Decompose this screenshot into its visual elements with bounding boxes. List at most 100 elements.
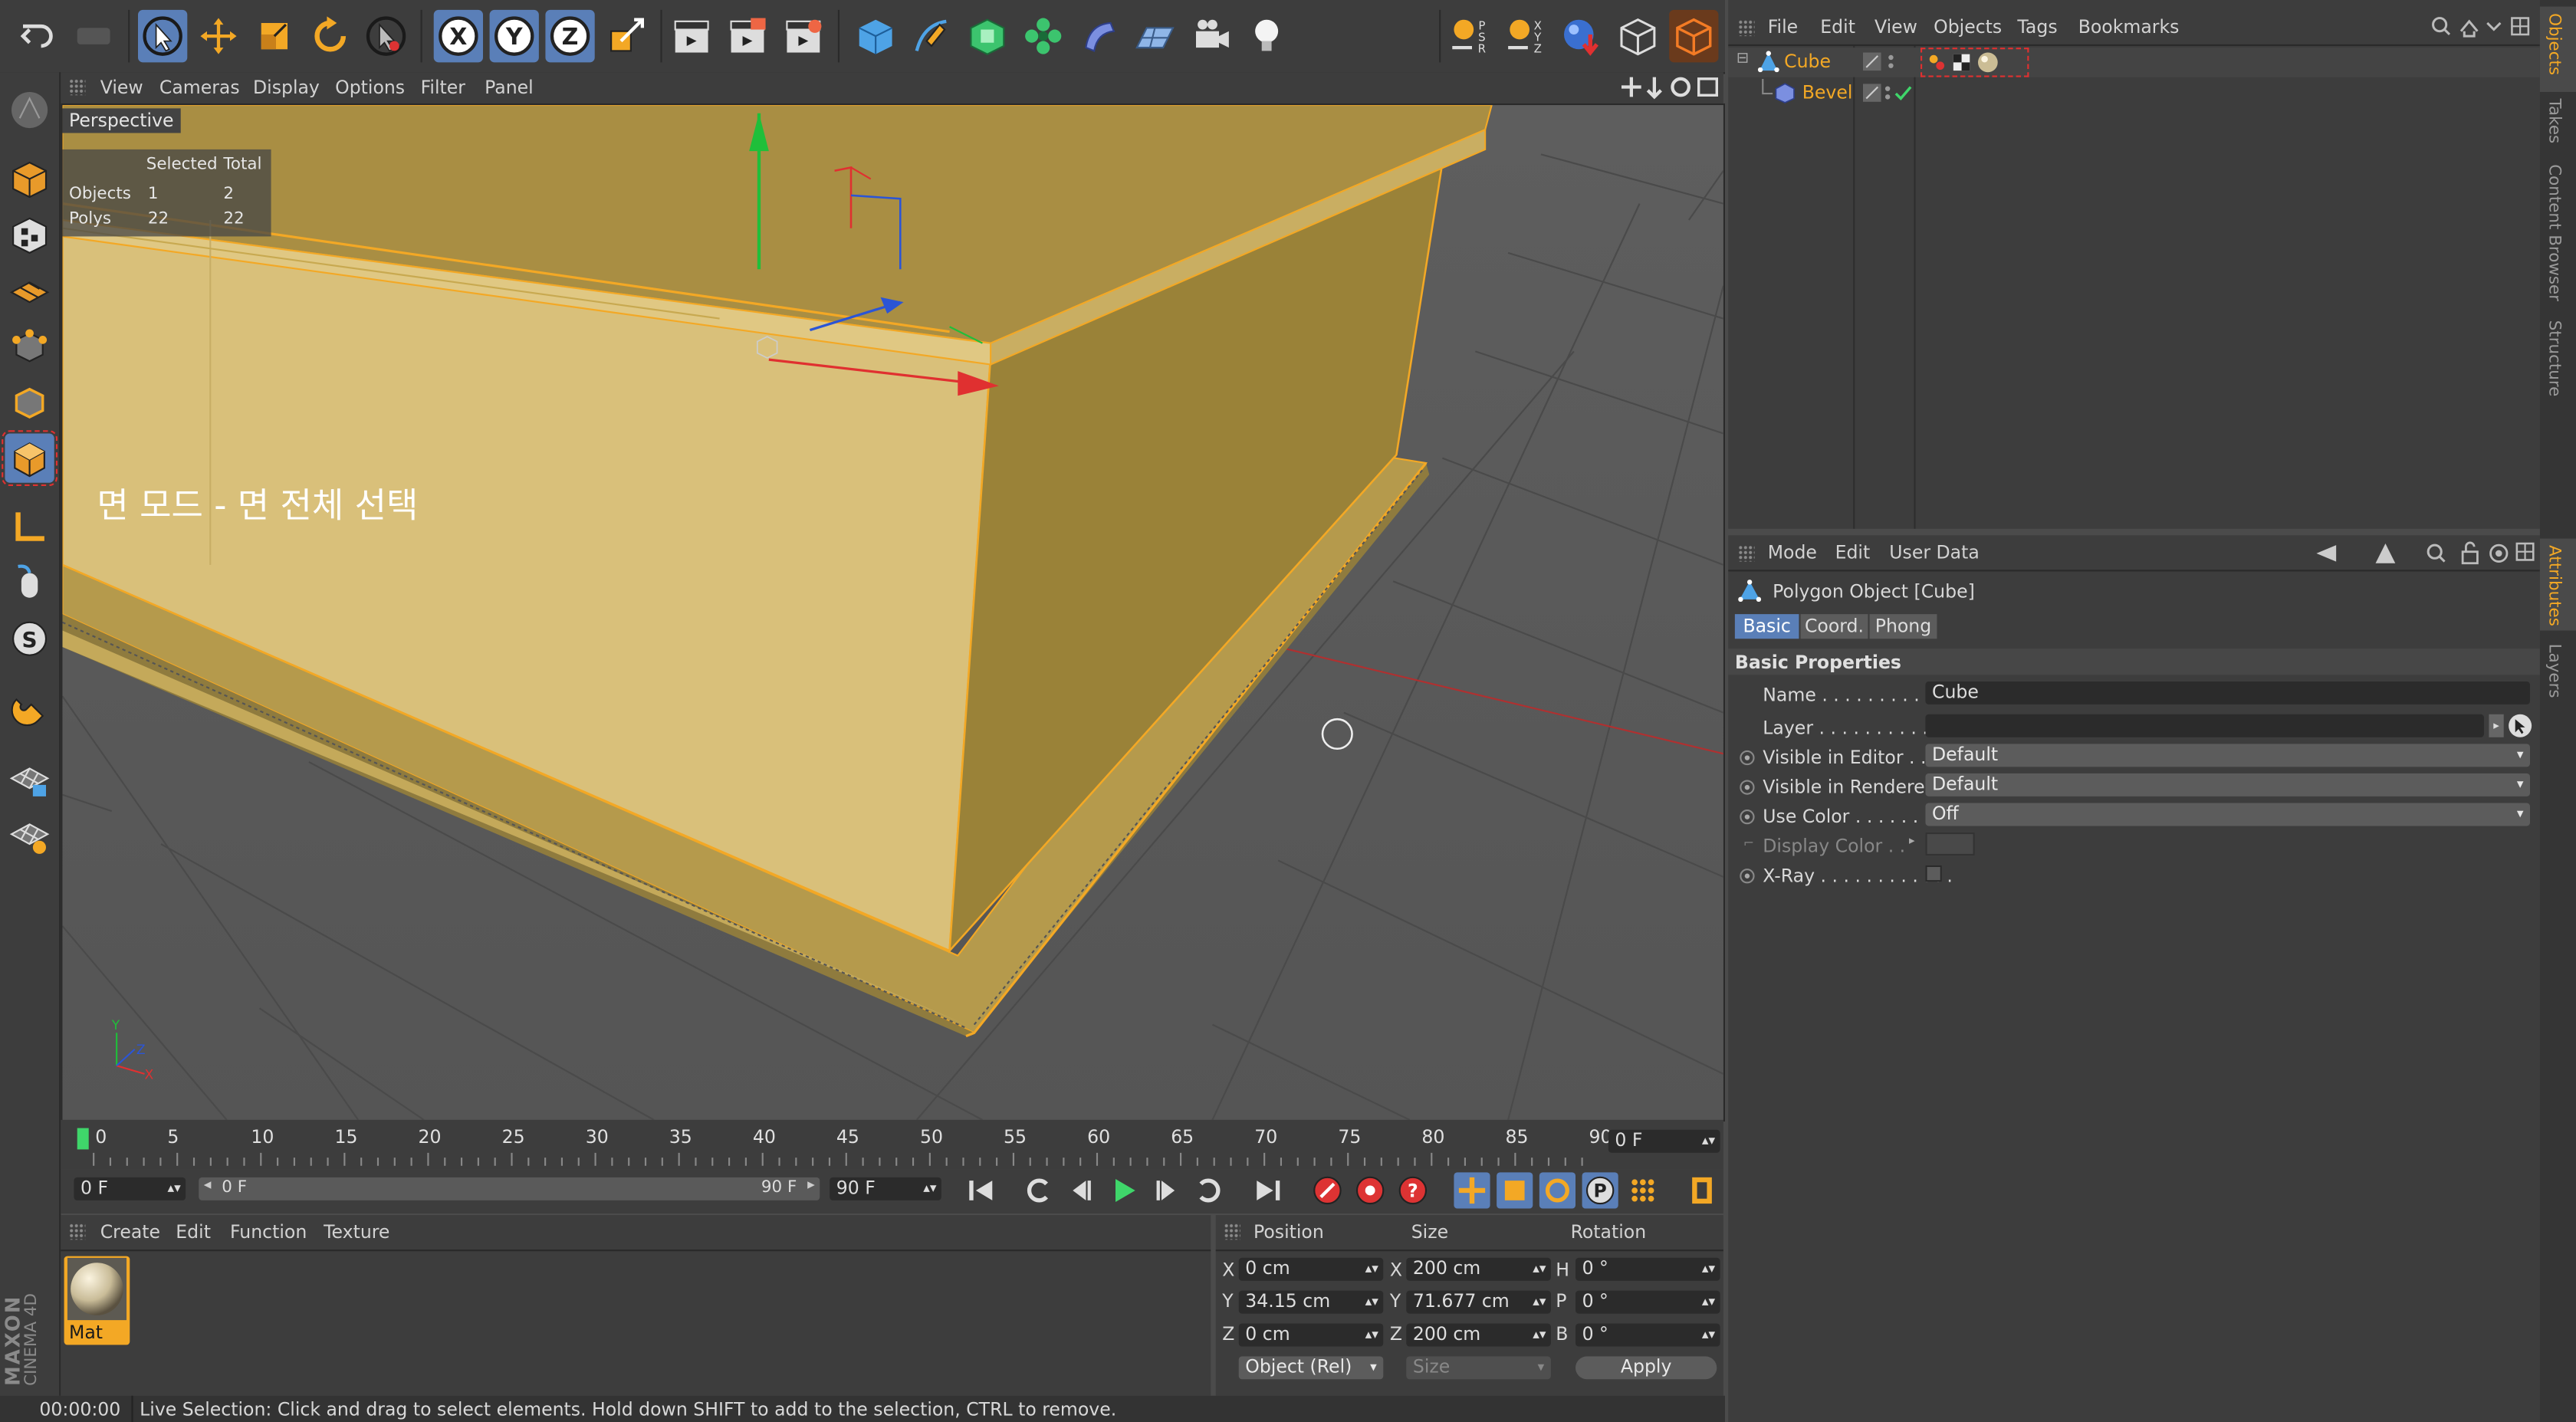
animate-radio[interactable] xyxy=(1740,780,1755,795)
tab-phong[interactable]: Phong xyxy=(1869,614,1937,639)
wireframe-display-button[interactable] xyxy=(1613,10,1662,63)
undo-button[interactable] xyxy=(13,10,62,63)
viewport-navigation-icons[interactable] xyxy=(1622,76,1720,100)
record-rotation-button[interactable] xyxy=(1539,1172,1576,1209)
tab-basic[interactable]: Basic xyxy=(1734,614,1799,639)
tab-coord[interactable]: Coord. xyxy=(1800,614,1868,639)
perspective-viewport[interactable]: Y Z X Perspective Selected Total Objects… xyxy=(61,103,1726,1122)
z-axis-lock-button[interactable]: Z xyxy=(545,9,595,63)
size-mode-dropdown[interactable]: Size ▾ xyxy=(1406,1356,1551,1380)
material-menu-edit[interactable]: Edit xyxy=(176,1222,211,1243)
position-x-field[interactable]: 0 cm ▴▾ xyxy=(1238,1257,1384,1281)
prev-key-button[interactable] xyxy=(1020,1172,1056,1208)
snap-button[interactable] xyxy=(5,683,54,732)
record-pla-button[interactable] xyxy=(1625,1172,1661,1208)
point-mode-button[interactable] xyxy=(5,322,54,371)
visible-editor-dropdown[interactable]: Default ▾ xyxy=(1925,744,2530,767)
side-tab-objects[interactable]: Objects xyxy=(2545,13,2563,75)
viewport-menu-view[interactable]: View xyxy=(100,77,143,99)
render-picture-viewer-button[interactable] xyxy=(723,10,772,63)
prev-frame-button[interactable] xyxy=(1063,1172,1099,1208)
tweak-mode-button[interactable] xyxy=(5,558,54,607)
object-manager-header-icons[interactable] xyxy=(2431,15,2536,38)
object-row-cube[interactable]: ⊟ Cube xyxy=(1728,48,2540,77)
animate-radio[interactable] xyxy=(1740,750,1755,766)
deformer-button[interactable] xyxy=(1074,10,1123,63)
rotation-p-field[interactable]: 0 ° ▴▾ xyxy=(1576,1290,1720,1314)
size-z-field[interactable]: 200 cm ▴▾ xyxy=(1406,1323,1551,1347)
record-scale-button[interactable] xyxy=(1497,1172,1533,1209)
collapse-toggle[interactable]: ⊟ xyxy=(1737,51,1749,67)
object-menu-file[interactable]: File xyxy=(1768,16,1798,38)
side-tab-content-browser[interactable]: Content Browser xyxy=(2545,164,2563,301)
position-y-field[interactable]: 34.15 cm ▴▾ xyxy=(1238,1290,1384,1314)
object-menu-edit[interactable]: Edit xyxy=(1820,16,1855,38)
display-shading-button[interactable] xyxy=(1557,10,1606,63)
autokey-button[interactable] xyxy=(1352,1172,1388,1208)
viewport-menu-options[interactable]: Options xyxy=(335,77,405,99)
preview-range-slider[interactable]: ◂ 0 F 90 F ▸ xyxy=(199,1177,820,1200)
section-header[interactable]: Basic Properties xyxy=(1728,649,2540,675)
cloner-button[interactable] xyxy=(1019,10,1068,63)
side-tab-attributes[interactable]: Attributes xyxy=(2545,545,2563,626)
render-view-button[interactable] xyxy=(667,10,716,63)
polygon-mode-button[interactable] xyxy=(2,430,58,487)
name-field[interactable]: Cube xyxy=(1925,681,2530,704)
material-menu-texture[interactable]: Texture xyxy=(324,1222,389,1243)
render-settings-button[interactable] xyxy=(779,10,828,63)
attribute-menu-user-data[interactable]: User Data xyxy=(1889,542,1980,563)
xray-checkbox[interactable] xyxy=(1925,865,1942,882)
end-frame-field[interactable]: 90 F ▴▾ xyxy=(830,1177,941,1200)
viewport-menu-cameras[interactable]: Cameras xyxy=(159,77,240,99)
recent-tool-button[interactable] xyxy=(361,10,410,63)
start-frame-field[interactable]: 0 F ▴▾ xyxy=(74,1177,186,1200)
locked-workplane-button[interactable] xyxy=(5,811,54,860)
material-swatch[interactable]: Mat xyxy=(64,1256,130,1345)
light-button[interactable] xyxy=(1242,10,1291,63)
record-xyz-button[interactable]: XYZ xyxy=(1502,10,1551,63)
record-parameter-button[interactable]: P xyxy=(1582,1172,1618,1209)
layer-menu-arrow[interactable]: ▸ xyxy=(2489,714,2504,737)
timeline-window-button[interactable] xyxy=(1684,1172,1720,1208)
record-position-button[interactable] xyxy=(1454,1172,1490,1209)
animate-radio[interactable] xyxy=(1740,810,1755,825)
cube-primitive-button[interactable] xyxy=(851,10,900,63)
side-tab-takes[interactable]: Takes xyxy=(2545,99,2563,144)
y-axis-lock-button[interactable]: Y xyxy=(489,9,539,63)
playhead[interactable] xyxy=(77,1128,89,1150)
axis-mode-button[interactable] xyxy=(5,502,54,551)
workplane-mode-button[interactable] xyxy=(5,266,54,315)
texture-mode-button[interactable] xyxy=(5,210,54,259)
attribute-menu-mode[interactable]: Mode xyxy=(1768,542,1817,563)
visibility-toggles-icon[interactable] xyxy=(1863,52,1906,73)
record-button[interactable] xyxy=(1309,1172,1346,1208)
live-selection-button[interactable] xyxy=(138,9,188,63)
coord-mode-dropdown[interactable]: Object (Rel) ▾ xyxy=(1238,1356,1384,1380)
keyframe-selection-button[interactable]: ? xyxy=(1395,1172,1431,1208)
viewport-menu-filter[interactable]: Filter xyxy=(421,77,465,99)
rotation-b-field[interactable]: 0 ° ▴▾ xyxy=(1576,1323,1720,1347)
viewport-menu-display[interactable]: Display xyxy=(253,77,320,99)
enable-toggles-icon[interactable] xyxy=(1863,84,1912,103)
workplane-lock-button[interactable] xyxy=(5,755,54,804)
side-tab-structure[interactable]: Structure xyxy=(2545,320,2563,397)
redo-button[interactable] xyxy=(69,10,118,63)
scale-tool-button[interactable] xyxy=(250,10,299,63)
x-axis-lock-button[interactable]: X xyxy=(433,9,483,63)
display-color-swatch[interactable] xyxy=(1925,833,1975,855)
attribute-menu-edit[interactable]: Edit xyxy=(1835,542,1871,563)
next-key-button[interactable] xyxy=(1191,1172,1227,1208)
render-region-button[interactable] xyxy=(1669,9,1719,63)
material-menu-function[interactable]: Function xyxy=(230,1222,307,1243)
model-mode-button[interactable] xyxy=(5,154,54,203)
object-menu-view[interactable]: View xyxy=(1875,16,1917,38)
timeline-ruler[interactable]: 0 5 10 15 20 25 30 35 40 45 50 55 60 65 70 75 80 85 90 0 F… xyxy=(61,1119,1723,1170)
layer-field[interactable] xyxy=(1925,714,2484,737)
layer-picker-icon[interactable] xyxy=(2507,713,2533,739)
coordinate-system-button[interactable] xyxy=(601,10,650,63)
material-menu-create[interactable]: Create xyxy=(100,1222,160,1243)
object-menu-tags[interactable]: Tags xyxy=(2017,16,2057,38)
next-frame-button[interactable] xyxy=(1148,1172,1184,1208)
attribute-header-icons[interactable] xyxy=(2313,540,2536,567)
use-color-dropdown[interactable]: Off ▾ xyxy=(1925,803,2530,826)
